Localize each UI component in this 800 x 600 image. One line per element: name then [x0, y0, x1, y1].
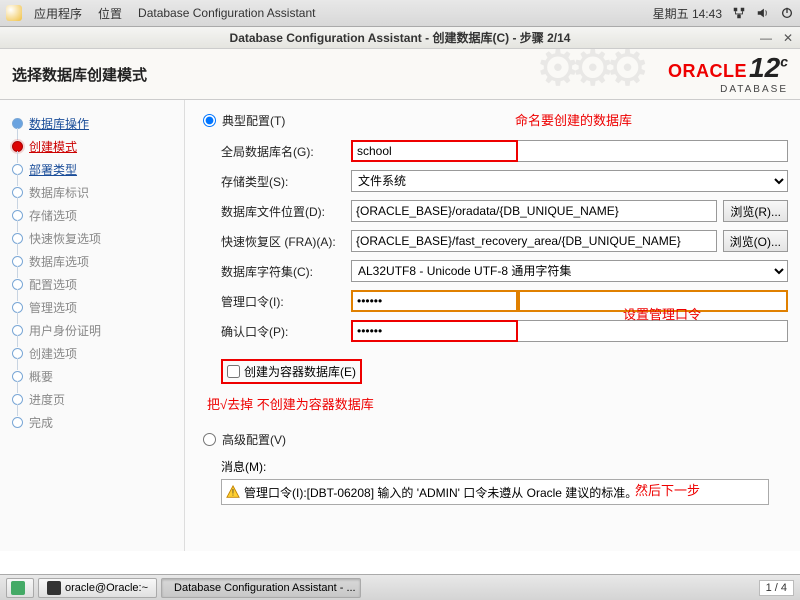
workspace-pager[interactable]: 1 / 4 — [759, 580, 794, 596]
container-db-checkbox[interactable] — [227, 365, 240, 378]
advanced-config-label: 高级配置(V) — [222, 431, 286, 448]
step-9: 用户身份证明 — [8, 319, 184, 342]
gears-decoration: ⚙⚙⚙ — [536, 49, 640, 97]
container-db-label: 创建为容器数据库(E) — [244, 363, 356, 380]
browse-dbfile-button[interactable]: 浏览(R)... — [723, 200, 788, 222]
content-area: 典型配置(T) 命名要创建的数据库 全局数据库名(G): 存储类型(S): 文件… — [185, 100, 800, 551]
admin-pw-label: 管理口令(I): — [221, 293, 351, 310]
step-7: 配置选项 — [8, 273, 184, 296]
annotation-container: 把√去掉 不创建为容器数据库 — [207, 394, 788, 413]
charset-select[interactable]: AL32UTF8 - Unicode UTF-8 通用字符集 — [351, 260, 788, 282]
typical-config-radio[interactable] — [203, 114, 216, 127]
dbfile-loc-input[interactable] — [351, 200, 717, 222]
oracle-logo: ORACLE12c DATABASE — [668, 54, 788, 95]
confirm-pw-input[interactable] — [351, 320, 518, 342]
step-label: 存储选项 — [29, 207, 77, 224]
messages-label: 消息(M): — [221, 458, 788, 475]
show-desktop-button[interactable] — [6, 578, 34, 598]
step-5: 快速恢复选项 — [8, 227, 184, 250]
task-terminal[interactable]: oracle@Oracle:~ — [38, 578, 157, 598]
typical-config-label: 典型配置(T) — [222, 112, 285, 129]
menu-places[interactable]: 位置 — [98, 5, 122, 22]
step-label: 快速恢复选项 — [29, 230, 101, 247]
step-12: 进度页 — [8, 388, 184, 411]
step-13: 完成 — [8, 411, 184, 434]
dbfile-loc-label: 数据库文件位置(D): — [221, 203, 351, 220]
browse-fra-button[interactable]: 浏览(O)... — [723, 230, 788, 252]
messages-box: ! 管理口令(I):[DBT-06208] 输入的 'ADMIN' 口令未遵从 … — [221, 479, 769, 505]
step-8: 管理选项 — [8, 296, 184, 319]
step-label: 配置选项 — [29, 276, 77, 293]
step-label: 数据库选项 — [29, 253, 89, 270]
step-label: 概要 — [29, 368, 53, 385]
global-db-input[interactable] — [351, 140, 518, 162]
window-titlebar: Database Configuration Assistant - 创建数据库… — [0, 27, 800, 49]
step-label: 数据库标识 — [29, 184, 89, 201]
step-0[interactable]: 数据库操作 — [8, 112, 184, 135]
step-label: 部署类型 — [29, 161, 77, 178]
step-label: 用户身份证明 — [29, 322, 101, 339]
volume-icon[interactable] — [756, 6, 770, 20]
step-3: 数据库标识 — [8, 181, 184, 204]
step-4: 存储选项 — [8, 204, 184, 227]
close-button[interactable]: ✕ — [782, 31, 794, 45]
fra-label: 快速恢复区 (FRA)(A): — [221, 233, 351, 250]
confirm-pw-label: 确认口令(P): — [221, 323, 351, 340]
step-label: 创建模式 — [29, 138, 77, 155]
global-db-label: 全局数据库名(G): — [221, 143, 351, 160]
step-sidebar: 数据库操作创建模式部署类型数据库标识存储选项快速恢复选项数据库选项配置选项管理选… — [0, 100, 185, 551]
step-label: 创建选项 — [29, 345, 77, 362]
power-icon[interactable] — [780, 6, 794, 20]
step-label: 数据库操作 — [29, 115, 89, 132]
admin-pw-input[interactable] — [351, 290, 518, 312]
step-11: 概要 — [8, 365, 184, 388]
step-6: 数据库选项 — [8, 250, 184, 273]
step-label: 管理选项 — [29, 299, 77, 316]
minimize-button[interactable]: — — [760, 31, 772, 45]
menu-applications[interactable]: 应用程序 — [34, 5, 82, 22]
global-db-input-rest[interactable] — [518, 140, 788, 162]
apps-icon[interactable] — [6, 5, 22, 21]
step-10: 创建选项 — [8, 342, 184, 365]
confirm-pw-input-rest[interactable] — [518, 320, 788, 342]
warning-icon: ! — [226, 485, 240, 499]
storage-type-select[interactable]: 文件系统 — [351, 170, 788, 192]
window-title-text: Database Configuration Assistant - 创建数据库… — [230, 29, 571, 46]
warning-text: 管理口令(I):[DBT-06208] 输入的 'ADMIN' 口令未遵从 Or… — [244, 484, 637, 501]
task-dbca[interactable]: Database Configuration Assistant - ... — [161, 578, 361, 598]
step-label: 完成 — [29, 414, 53, 431]
active-window-title: Database Configuration Assistant — [138, 6, 315, 20]
svg-text:!: ! — [232, 488, 234, 498]
step-label: 进度页 — [29, 391, 65, 408]
advanced-config-radio[interactable] — [203, 433, 216, 446]
step-2[interactable]: 部署类型 — [8, 158, 184, 181]
page-title: 选择数据库创建模式 — [12, 64, 147, 85]
top-panel: 应用程序 位置 Database Configuration Assistant… — [0, 0, 800, 27]
step-1[interactable]: 创建模式 — [8, 135, 184, 158]
step-bullet-icon — [12, 417, 23, 428]
storage-type-label: 存储类型(S): — [221, 173, 351, 190]
fra-input[interactable] — [351, 230, 717, 252]
bottom-taskbar: oracle@Oracle:~ Database Configuration A… — [0, 574, 800, 600]
clock: 星期五 14:43 — [653, 5, 722, 22]
charset-label: 数据库字符集(C): — [221, 263, 351, 280]
network-icon[interactable] — [732, 6, 746, 20]
banner: 选择数据库创建模式 ⚙⚙⚙ ORACLE12c DATABASE — [0, 49, 800, 100]
